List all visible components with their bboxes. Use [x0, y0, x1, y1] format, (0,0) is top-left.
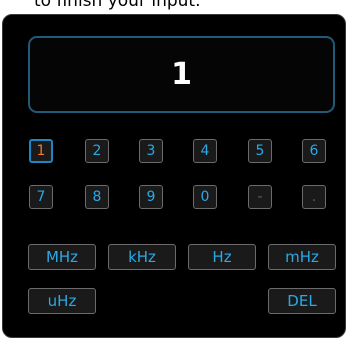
unit-khz-button[interactable]: kHz: [108, 244, 176, 270]
key-2[interactable]: 2: [85, 139, 109, 163]
key-7[interactable]: 7: [29, 185, 53, 209]
unit-mhz-button[interactable]: MHz: [28, 244, 96, 270]
caption-text: to finish your input.: [34, 0, 201, 11]
key-4[interactable]: 4: [193, 139, 217, 163]
unit-microhz-button[interactable]: uHz: [28, 288, 96, 314]
key-0[interactable]: 0: [193, 185, 217, 209]
key-5[interactable]: 5: [248, 139, 272, 163]
display-value: 1: [171, 57, 192, 92]
key-6[interactable]: 6: [302, 139, 326, 163]
key-decimal-point[interactable]: .: [302, 185, 326, 209]
numeric-keypad-dialog: 1 1 2 3 4 5 6 7 8 9 0 - . MHz kHz Hz mHz…: [2, 14, 346, 338]
delete-button[interactable]: DEL: [268, 288, 336, 314]
unit-hz-button[interactable]: Hz: [188, 244, 256, 270]
key-3[interactable]: 3: [139, 139, 163, 163]
key-9[interactable]: 9: [139, 185, 163, 209]
key-minus[interactable]: -: [248, 185, 272, 209]
key-1[interactable]: 1: [29, 139, 53, 163]
value-display: 1: [28, 36, 335, 113]
key-8[interactable]: 8: [85, 185, 109, 209]
unit-millihz-button[interactable]: mHz: [268, 244, 336, 270]
